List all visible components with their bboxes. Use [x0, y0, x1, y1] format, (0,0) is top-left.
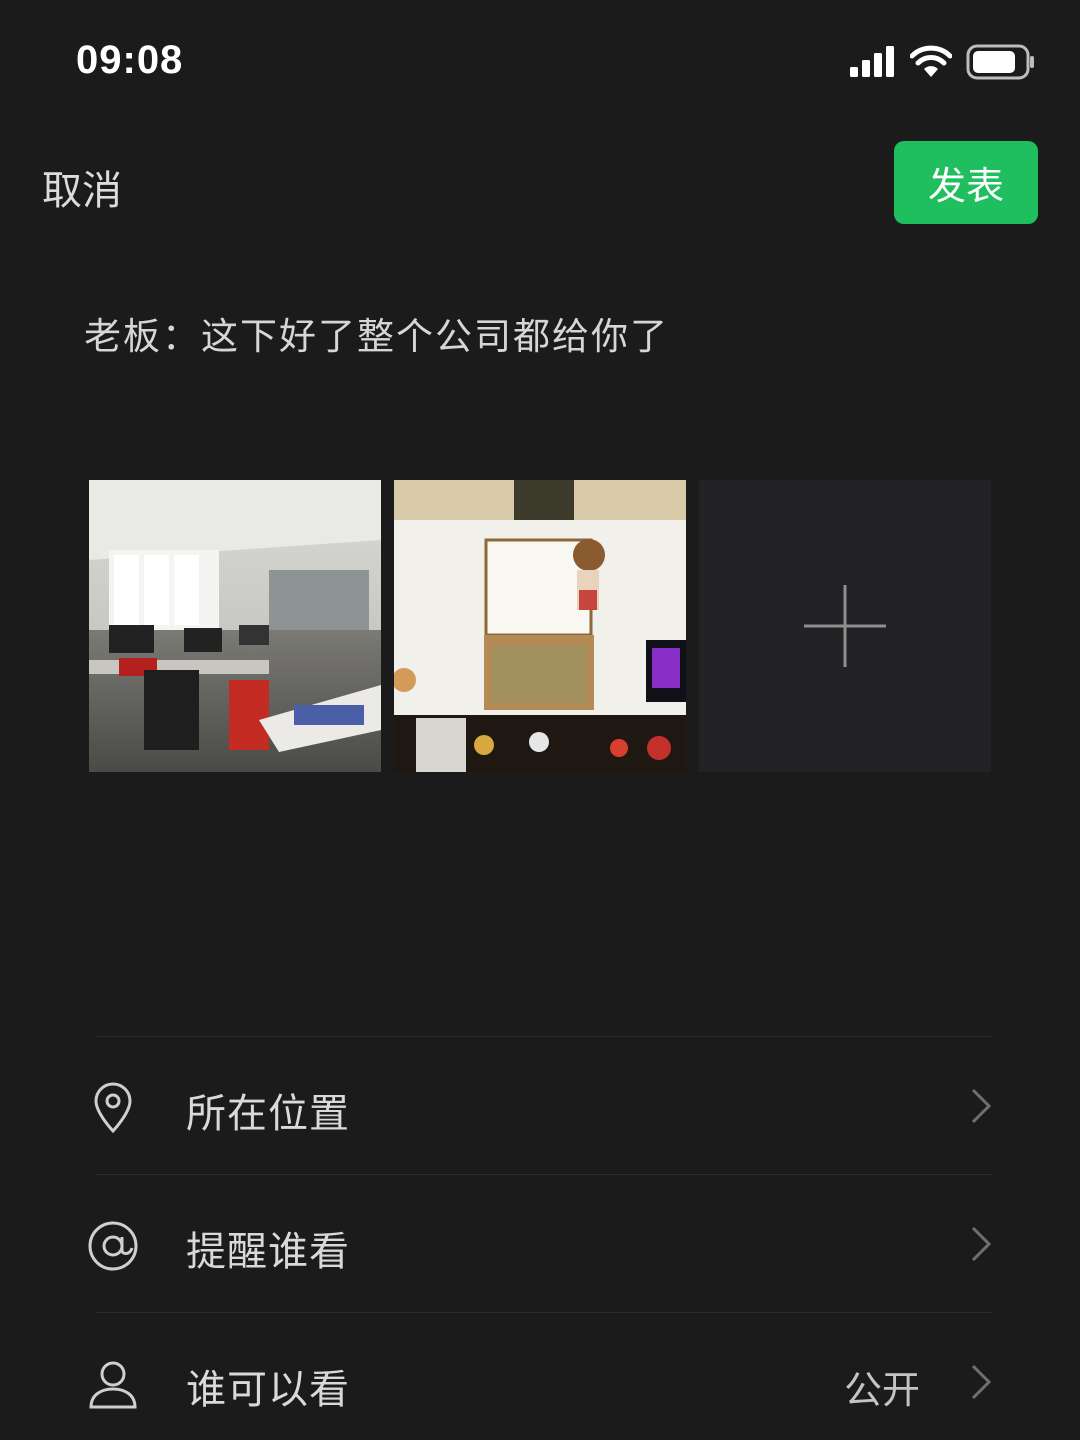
visibility-row[interactable]: 谁可以看 公开	[0, 1313, 1080, 1440]
add-photo-button[interactable]	[699, 480, 991, 772]
desk-photo[interactable]	[394, 480, 686, 772]
visibility-value: 公开	[843, 1368, 920, 1412]
location-row[interactable]: 所在位置	[0, 1037, 1080, 1174]
location-pin-icon	[94, 1082, 132, 1134]
status-icons	[850, 44, 1036, 80]
remind-label: 提醒谁看	[186, 1229, 350, 1275]
cancel-button[interactable]: 取消	[42, 158, 122, 216]
person-icon	[89, 1361, 137, 1409]
status-time: 09:08	[76, 38, 184, 82]
signal-icon	[850, 46, 894, 77]
at-icon	[88, 1221, 138, 1271]
chevron-right-icon	[971, 1088, 992, 1124]
photo-grid	[89, 480, 991, 772]
plus-icon	[804, 585, 886, 667]
office-photo-image	[89, 480, 381, 772]
desk-photo-image	[394, 480, 686, 772]
battery-icon	[966, 44, 1034, 80]
office-photo[interactable]	[89, 480, 381, 772]
post-text-input[interactable]: 老板：这下好了整个公司都给你了	[84, 306, 669, 360]
chevron-right-icon	[971, 1226, 992, 1262]
status-bar: 09:08	[0, 0, 1080, 120]
settings-list: 所在位置 提醒谁看 谁可以看 公开	[0, 1036, 1080, 1440]
wifi-icon	[910, 45, 952, 77]
remind-row[interactable]: 提醒谁看	[0, 1175, 1080, 1312]
chevron-right-icon	[971, 1364, 992, 1400]
moments-compose-screen: 09:08 取消 发表 老板：这下好了整个公司都给你了 所在位置 提醒谁看 谁可…	[0, 0, 1080, 1440]
visibility-label: 谁可以看	[186, 1367, 350, 1413]
publish-button[interactable]: 发表	[894, 141, 1038, 224]
location-label: 所在位置	[186, 1091, 350, 1137]
